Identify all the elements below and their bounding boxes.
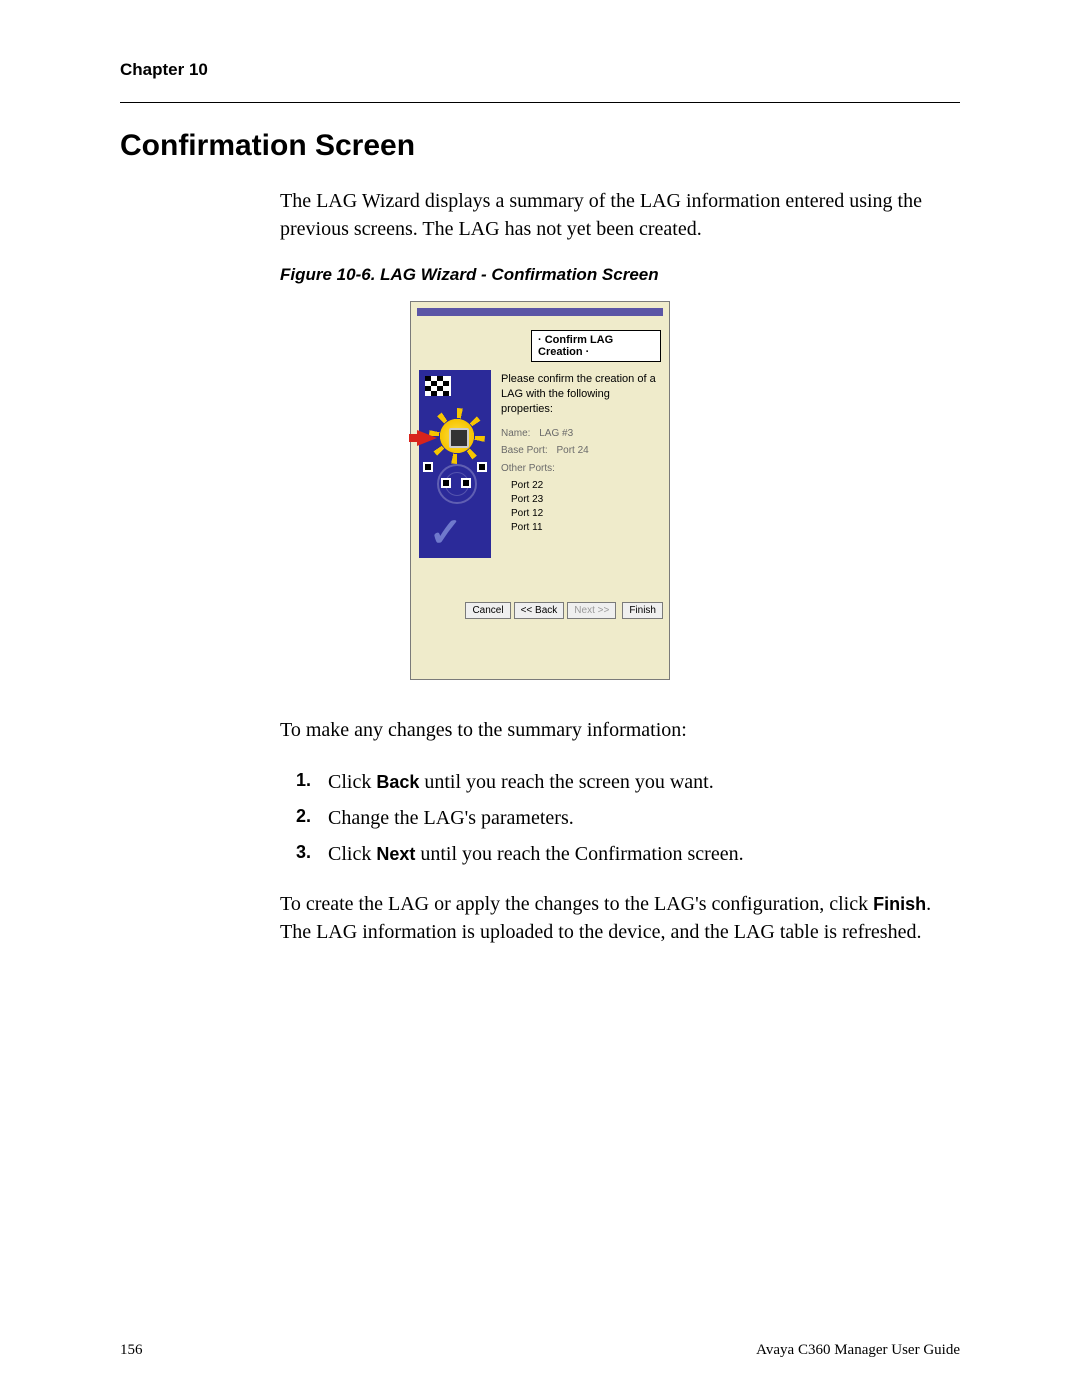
- lag-wizard-dialog: · Confirm LAG Creation ·: [410, 301, 670, 680]
- node-icon: [461, 478, 471, 488]
- port-item: Port 11: [501, 521, 661, 535]
- closing-text: To create the LAG or apply the changes t…: [280, 893, 873, 915]
- name-label: Name:: [501, 427, 530, 441]
- wizard-side-graphic: ✓: [419, 370, 491, 558]
- baseport-label: Base Port:: [501, 444, 548, 458]
- step-number: 3.: [296, 838, 311, 867]
- closing-paragraph: To create the LAG or apply the changes t…: [280, 890, 960, 946]
- other-ports-list: Port 22 Port 23 Port 12 Port 11: [501, 479, 661, 535]
- checkmark-icon: ✓: [429, 510, 463, 556]
- step-text: Click: [328, 843, 376, 865]
- arrow-icon: [417, 430, 437, 446]
- page-footer: 156 Avaya C360 Manager User Guide: [120, 1342, 960, 1359]
- chapter-label: Chapter 10: [120, 60, 960, 80]
- otherports-label: Other Ports:: [501, 462, 555, 476]
- step-bold: Next: [376, 844, 415, 864]
- name-value: LAG #3: [539, 427, 573, 441]
- port-item: Port 12: [501, 507, 661, 521]
- finish-button[interactable]: Finish: [622, 602, 663, 619]
- wizard-heading: · Confirm LAG Creation ·: [531, 330, 661, 362]
- step-3: 3. Click Next until you reach the Confir…: [280, 838, 960, 870]
- step-number: 2.: [296, 802, 311, 831]
- section-title: Confirmation Screen: [120, 129, 960, 163]
- step-text: Change the LAG's parameters.: [328, 807, 574, 829]
- wizard-heading-text: Confirm LAG Creation: [538, 334, 613, 358]
- step-text: until you reach the screen you want.: [419, 771, 713, 793]
- page-number: 156: [120, 1342, 143, 1359]
- figure-caption: Figure 10-6. LAG Wizard - Confirmation S…: [280, 265, 960, 285]
- back-button[interactable]: << Back: [514, 602, 565, 619]
- port-icon: [449, 428, 469, 448]
- baseport-row: Base Port: Port 24: [501, 444, 661, 458]
- step-1: 1. Click Back until you reach the screen…: [280, 766, 960, 798]
- node-icon: [423, 462, 433, 472]
- wizard-title-bar: [417, 308, 663, 316]
- page: Chapter 10 Confirmation Screen The LAG W…: [0, 0, 1080, 1397]
- wizard-lead-text: Please confirm the creation of a LAG wit…: [501, 372, 661, 417]
- step-bold: Back: [376, 772, 419, 792]
- step-text: Click: [328, 771, 376, 793]
- wizard-content: Please confirm the creation of a LAG wit…: [491, 370, 661, 558]
- figure-wrapper: · Confirm LAG Creation ·: [120, 301, 960, 680]
- next-button: Next >>: [567, 602, 616, 619]
- header-rule: [120, 102, 960, 103]
- step-number: 1.: [296, 766, 311, 795]
- checkered-flag-icon: [425, 376, 451, 396]
- book-title: Avaya C360 Manager User Guide: [756, 1342, 960, 1359]
- changes-intro: To make any changes to the summary infor…: [280, 716, 960, 744]
- step-2: 2. Change the LAG's parameters.: [280, 802, 960, 834]
- steps-list: 1. Click Back until you reach the screen…: [280, 766, 960, 870]
- cancel-button[interactable]: Cancel: [465, 602, 510, 619]
- port-item: Port 22: [501, 479, 661, 493]
- closing-bold: Finish: [873, 894, 926, 914]
- baseport-value: Port 24: [556, 444, 588, 458]
- step-text: until you reach the Confirmation screen.: [415, 843, 743, 865]
- otherports-row: Other Ports:: [501, 462, 661, 476]
- node-icon: [441, 478, 451, 488]
- intro-paragraph: The LAG Wizard displays a summary of the…: [280, 187, 960, 243]
- node-icon: [477, 462, 487, 472]
- port-item: Port 23: [501, 493, 661, 507]
- wizard-button-row: Cancel << Back Next >> Finish: [411, 596, 669, 625]
- name-row: Name: LAG #3: [501, 427, 661, 441]
